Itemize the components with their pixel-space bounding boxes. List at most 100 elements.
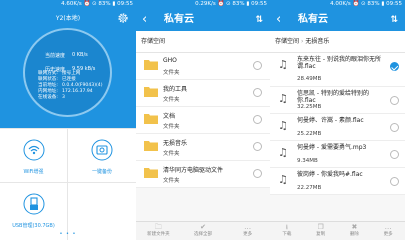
item-name: 无损音乐	[163, 140, 188, 147]
info-value: 172.16.37.94	[62, 89, 93, 94]
status-bar-indicators: 0.29K/s ⏰ ⊙ 83% ▮ 09:55	[195, 1, 267, 7]
select-all-button[interactable]: ✔ 选择全部	[181, 222, 226, 240]
back-icon[interactable]: ‹	[276, 11, 281, 29]
more-label: 更多	[383, 232, 393, 237]
item-type: 文件夹	[163, 70, 180, 76]
select-radio[interactable]	[390, 123, 399, 132]
breadcrumb: 存储空间 › 无损音乐	[270, 31, 405, 53]
breadcrumb-item[interactable]: 存储空间	[141, 38, 165, 45]
more-button[interactable]: … 更多	[225, 222, 270, 240]
list-item[interactable]: ♫ 何曼婷 - 爱需要勇气.mp3 9.34MB	[270, 141, 405, 168]
private-cloud-root-screen: 0.29K/s ⏰ ⊙ 83% ▮ 09:55 ‹ 私有云 ⇅ 存储空间 GHO…	[136, 0, 270, 240]
select-radio[interactable]	[253, 88, 262, 97]
select-all-label: 选择全部	[194, 232, 212, 237]
status-bar-indicators: 4.00K/s ⏰ ⊙ 83% ▮ 09:55	[330, 1, 402, 7]
item-size: 22.27MB	[297, 185, 322, 191]
item-size: 25.22MB	[297, 131, 322, 137]
list-item[interactable]: ♫ 东来东往 - 别说我的眼泪你无所谓.flac 28.49MB	[270, 53, 405, 87]
item-type: 文件夹	[163, 151, 180, 157]
select-radio[interactable]	[253, 61, 262, 70]
item-name: 何曼婷 - 爱需要勇气.mp3	[297, 144, 367, 151]
more-label: 更多	[243, 232, 253, 237]
item-size: 28.49MB	[297, 76, 322, 82]
list-item[interactable]: ♫ 信思凯 - 特别的爱给特别的你.flac 32.25MB	[270, 87, 405, 114]
wifi-icon	[23, 139, 45, 161]
list-item[interactable]: ♫ 彼岗婷 - 你爱我吗#.flac 22.27MB	[270, 168, 405, 195]
music-note-icon: ♫	[278, 173, 288, 186]
item-name: 我的工具	[163, 86, 188, 93]
current-speed-label: 当前速度	[45, 53, 66, 59]
select-radio[interactable]	[390, 177, 399, 186]
select-radio[interactable]	[253, 142, 262, 151]
item-name: 信思凯 - 特别的爱给特别的你.flac	[297, 90, 369, 104]
one-click-backup-label: 一键备份	[91, 169, 112, 175]
sort-icon[interactable]: ⇅	[255, 12, 263, 28]
item-size: 9.34MB	[297, 158, 318, 164]
wifi-boost-label: WiFi增强	[23, 169, 44, 175]
one-click-backup-tile[interactable]: 一键备份	[68, 128, 136, 182]
sort-icon[interactable]: ⇅	[390, 12, 398, 28]
copy-icon: ❐	[317, 223, 324, 231]
breadcrumb-item[interactable]: 无损音乐	[305, 38, 329, 45]
wifi-boost-tile[interactable]: WiFi增强	[0, 128, 68, 182]
list-item[interactable]: 无损音乐 文件夹	[136, 134, 270, 161]
list-item[interactable]: 文档 文件夹	[136, 107, 270, 134]
delete-label: 删除	[349, 232, 359, 237]
breadcrumb: 存储空间	[136, 31, 270, 53]
copy-button[interactable]: ❐ 复制	[304, 222, 338, 240]
page-title: 私有云	[164, 14, 194, 25]
item-type: 文件夹	[163, 97, 180, 103]
back-icon[interactable]: ‹	[142, 11, 147, 29]
item-size: 32.25MB	[297, 104, 322, 110]
info-value: 3	[62, 95, 65, 100]
folder-icon	[144, 114, 158, 124]
item-name: 彼岗婷 - 你爱我吗#.flac	[297, 171, 363, 178]
list-item[interactable]: GHO 文件夹	[136, 53, 270, 80]
download-button[interactable]: ⭳ 下载	[270, 222, 304, 240]
music-list: ♫ 东来东往 - 别说我的眼泪你无所谓.flac 28.49MB ♫ 信思凯 -…	[270, 53, 405, 195]
select-radio[interactable]	[253, 169, 262, 178]
status-bar: 4.60K/s ⏰ ⊙ 83% ▮ 09:55	[0, 0, 136, 9]
copy-label: 复制	[316, 232, 326, 237]
select-radio[interactable]	[253, 115, 262, 124]
select-radio[interactable]	[390, 96, 399, 105]
item-name: 清华同方电脑驱动文件	[163, 167, 224, 174]
folder-icon	[144, 168, 158, 178]
more-icon: …	[244, 223, 252, 231]
item-name: 东来东往 - 别说我的眼泪你无所谓.flac	[297, 56, 381, 70]
network-info: 联网方式: 接号上网 联网状态: 已连接 当前地址: 0.0.4.0(F9043)(4…	[38, 71, 103, 101]
item-name: GHO	[163, 57, 177, 64]
new-folder-button[interactable]: 🗀 新建文件夹	[136, 222, 181, 240]
download-icon: ⭳	[285, 223, 289, 231]
page-title: 私有云	[298, 14, 328, 25]
more-button[interactable]: … 更多	[371, 222, 405, 240]
delete-button[interactable]: ✖ 删除	[338, 222, 372, 240]
list-item[interactable]: ♫ 何曼婷、许嵩 - 素颜.flac 25.22MB	[270, 114, 405, 141]
status-bar-indicators: 4.60K/s ⏰ ⊙ 83% ▮ 09:55	[61, 1, 133, 7]
router-dashboard-screen: 4.60K/s ⏰ ⊙ 83% ▮ 09:55 Y2(本地) 当前速度 0 KB…	[0, 0, 136, 240]
music-note-icon: ♫	[278, 58, 288, 71]
gear-icon[interactable]	[117, 12, 129, 24]
download-label: 下载	[282, 232, 292, 237]
item-name: 文档	[163, 113, 176, 120]
status-bar: 0.29K/s ⏰ ⊙ 83% ▮ 09:55	[136, 0, 270, 9]
item-type: 文件夹	[163, 124, 180, 130]
folder-icon	[144, 87, 158, 97]
list-item[interactable]: 清华同方电脑驱动文件 文件夹	[136, 161, 270, 188]
item-type: 文件夹	[163, 178, 180, 184]
list-item[interactable]: 我的工具 文件夹	[136, 80, 270, 107]
current-speed-value: 0 KB/s	[72, 52, 88, 58]
new-folder-label: 新建文件夹	[147, 232, 170, 237]
more-icon: …	[384, 223, 392, 231]
backup-icon	[91, 139, 113, 161]
breadcrumb-separator: ›	[301, 38, 304, 45]
breadcrumb-item[interactable]: 存储空间	[275, 38, 299, 45]
music-note-icon: ♫	[278, 146, 288, 159]
music-note-icon: ♫	[278, 119, 288, 132]
usb-icon	[23, 193, 45, 215]
select-radio[interactable]	[390, 62, 399, 71]
title-bar: ‹ 私有云 ⇅	[136, 9, 270, 31]
item-name: 何曼婷、许嵩 - 素颜.flac	[297, 117, 364, 124]
select-radio[interactable]	[390, 150, 399, 159]
device-name[interactable]: Y2(本地)	[0, 13, 136, 22]
